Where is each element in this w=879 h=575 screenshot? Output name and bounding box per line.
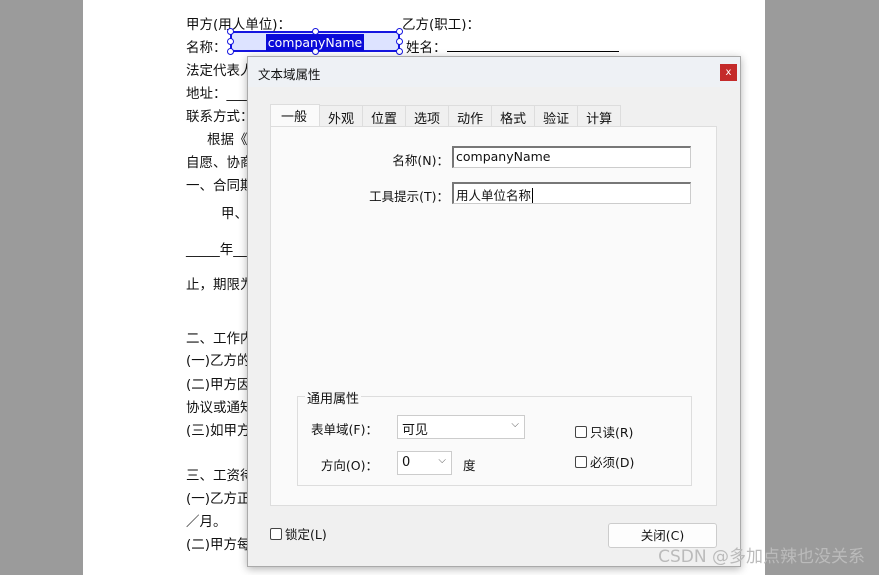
orientation-label: 方向(O)： <box>320 458 378 473</box>
document-line: 地址：___ <box>186 86 247 102</box>
readonly-checkbox[interactable]: 只读(R) <box>575 422 633 441</box>
document-line: (二)甲方每 <box>186 537 251 553</box>
resize-handle[interactable] <box>312 48 319 55</box>
orientation-select[interactable]: 0 ⌵ <box>397 451 452 475</box>
resize-handle[interactable] <box>396 48 403 55</box>
document-line: (二)甲方因 <box>186 377 251 393</box>
common-properties-group: 通用属性 表单域(F)： 可见 ⌵ 方向(O)： 0 ⌵ 度 只读(R) 必须(D) <box>297 388 692 486</box>
tooltip-value: 用人单位名称 <box>456 188 532 203</box>
document-line: 甲方(用人单位)： <box>186 17 292 33</box>
party-b-label: 乙方(职工)： <box>402 17 481 33</box>
text-field-properties-dialog: 文本域属性 x 一般 外观 位置 选项 动作 格式 验证 计算 名称(N)： companyN… <box>247 56 741 567</box>
tab-6[interactable]: 验证 <box>534 105 579 127</box>
tab-5[interactable]: 格式 <box>491 105 536 127</box>
checkbox-box[interactable] <box>270 527 282 540</box>
tab-3[interactable]: 选项 <box>405 105 450 127</box>
name-input[interactable]: companyName <box>452 146 691 168</box>
document-line: 自愿、协商 <box>186 155 254 171</box>
document-line: 联系方式： <box>186 109 254 125</box>
resize-handle[interactable] <box>227 48 234 55</box>
checkbox-box[interactable] <box>575 425 587 438</box>
checkbox-box[interactable] <box>575 455 587 468</box>
document-line: (一)乙方的 <box>186 353 251 369</box>
document-line: 协议或通知 <box>186 400 254 416</box>
tab-2[interactable]: 位置 <box>362 105 407 127</box>
form-field-label: 表单域(F)： <box>311 422 378 437</box>
watermark: CSDN @多加点辣也没关系 <box>658 547 865 567</box>
tooltip-label: 工具提示(T)： <box>369 189 449 204</box>
degree-label: 度 <box>463 458 476 473</box>
tab-panel-general: 名称(N)： companyName 工具提示(T)： 用人单位名称 通用属性 … <box>270 126 717 506</box>
document-line: 根据《 <box>207 132 248 148</box>
group-title: 通用属性 <box>305 388 362 407</box>
resize-handle[interactable] <box>227 28 234 35</box>
tooltip-input[interactable]: 用人单位名称 <box>452 182 691 204</box>
required-checkbox[interactable]: 必须(D) <box>575 452 634 471</box>
document-line: (一)乙方正 <box>186 491 251 507</box>
form-field-select[interactable]: 可见 ⌵ <box>397 415 525 439</box>
form-field-value: 可见 <box>402 423 429 438</box>
tab-7[interactable]: 计算 <box>577 105 622 127</box>
dialog-title: 文本域属性 <box>248 57 740 87</box>
tab-1[interactable]: 外观 <box>319 105 364 127</box>
document-line: 一、合同期 <box>186 178 254 194</box>
document-line: ／月。 <box>186 514 227 530</box>
document-line: 二、工作内 <box>186 331 254 347</box>
document-line: 名称： <box>186 40 227 56</box>
readonly-label: 只读(R) <box>590 425 634 440</box>
chevron-down-icon: ⌵ <box>438 455 446 466</box>
name-label: 姓名： <box>406 36 619 56</box>
locked-checkbox[interactable]: 锁定(L) <box>270 524 327 543</box>
tab-0[interactable]: 一般 <box>270 104 321 126</box>
tab-4[interactable]: 动作 <box>448 105 493 127</box>
document-line: 法定代表人 <box>186 63 254 79</box>
resize-handle[interactable] <box>227 38 234 45</box>
document-line: 止，期限为 <box>186 277 254 293</box>
locked-label: 锁定(L) <box>285 527 327 542</box>
document-line: (三)如甲方 <box>186 423 251 439</box>
resize-handle[interactable] <box>396 38 403 45</box>
document-line: 甲、 <box>221 206 248 222</box>
chevron-down-icon: ⌵ <box>511 419 519 430</box>
orientation-value: 0 <box>402 455 411 470</box>
document-line: _____年__ <box>186 242 247 258</box>
required-label: 必须(D) <box>590 455 635 470</box>
name-field-label: 名称(N)： <box>392 153 449 168</box>
document-line: 三、工资待 <box>186 468 254 484</box>
resize-handle[interactable] <box>312 28 319 35</box>
close-icon[interactable]: x <box>720 64 737 81</box>
resize-handle[interactable] <box>396 28 403 35</box>
